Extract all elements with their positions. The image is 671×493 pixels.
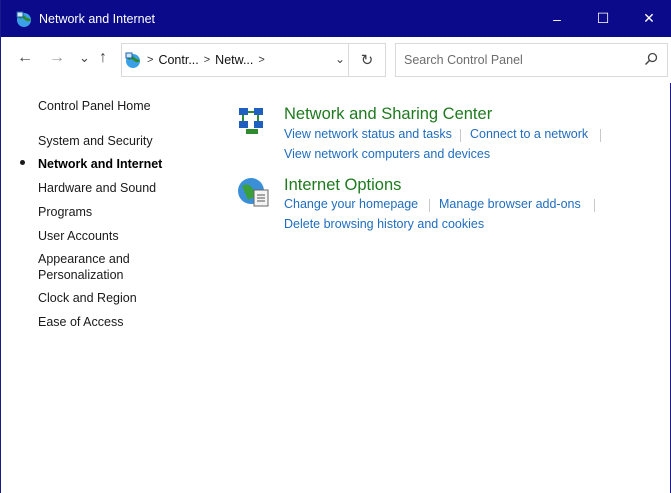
breadcrumb-chevron-icon[interactable]: >: [258, 54, 264, 66]
link-divider: [600, 129, 601, 142]
breadcrumb-chevron-icon[interactable]: >: [147, 54, 153, 66]
breadcrumb-chevron-icon[interactable]: >: [204, 54, 210, 66]
sidebar-item-user-accounts[interactable]: User Accounts: [38, 228, 119, 244]
sidebar-item-network-and-internet: Network and Internet: [38, 157, 163, 171]
manage-browser-addons-link[interactable]: Manage browser add-ons: [439, 197, 581, 211]
network-and-sharing-center-title[interactable]: Network and Sharing Center: [284, 105, 492, 124]
delete-browsing-history-link[interactable]: Delete browsing history and cookies: [284, 217, 484, 231]
control-panel-window: Network and Internet – ☐ ✕ ← → ⌄ ↑ > Con…: [0, 0, 671, 493]
breadcrumb-network[interactable]: Netw...: [215, 53, 253, 67]
network-globe-icon: [15, 10, 33, 28]
sidebar-item-ease-of-access[interactable]: Ease of Access: [38, 314, 123, 330]
back-arrow-icon[interactable]: ←: [17, 49, 33, 67]
sidebar-item-appearance-and-personalization[interactable]: Appearance and Personalization: [38, 251, 130, 283]
internet-options-icon[interactable]: [236, 176, 270, 210]
sidebar-item-label: Personalization: [38, 268, 124, 282]
network-sharing-icon[interactable]: [236, 105, 270, 139]
title-bar: Network and Internet – ☐ ✕: [1, 0, 671, 37]
up-arrow-icon[interactable]: ↑: [99, 49, 107, 67]
link-divider: [594, 199, 595, 212]
address-bar[interactable]: > Contr... > Netw... > ⌄ ↻: [121, 43, 386, 77]
link-divider: [429, 199, 430, 212]
close-button[interactable]: ✕: [626, 0, 671, 37]
view-network-status-link[interactable]: View network status and tasks: [284, 127, 452, 141]
search-input[interactable]: Search Control Panel: [395, 43, 668, 77]
recent-locations-chevron-icon[interactable]: ⌄: [79, 50, 90, 66]
window-controls: – ☐ ✕: [534, 0, 671, 37]
search-icon[interactable]: [644, 52, 658, 69]
sidebar-item-label: Appearance and: [38, 252, 130, 266]
link-divider: [460, 129, 461, 142]
sidebar-item-control-panel-home[interactable]: Control Panel Home: [38, 98, 151, 114]
minimize-button[interactable]: –: [534, 0, 580, 37]
sidebar-item-programs[interactable]: Programs: [38, 204, 92, 220]
sidebar-item-system-and-security[interactable]: System and Security: [38, 133, 153, 149]
location-icon: [124, 51, 142, 69]
internet-options-title[interactable]: Internet Options: [284, 176, 401, 195]
sidebar-item-clock-and-region[interactable]: Clock and Region: [38, 290, 137, 306]
forward-arrow-icon[interactable]: →: [49, 49, 65, 67]
address-dropdown-icon[interactable]: ⌄: [335, 52, 345, 66]
view-network-computers-link[interactable]: View network computers and devices: [284, 147, 490, 161]
active-bullet-icon: [20, 160, 25, 165]
sidebar-item-hardware-and-sound[interactable]: Hardware and Sound: [38, 180, 156, 196]
refresh-icon[interactable]: ↻: [348, 44, 385, 76]
breadcrumb-control-panel[interactable]: Contr...: [158, 53, 198, 67]
connect-to-network-link[interactable]: Connect to a network: [470, 127, 588, 141]
maximize-button[interactable]: ☐: [580, 0, 626, 37]
change-homepage-link[interactable]: Change your homepage: [284, 197, 418, 211]
navigation-bar: ← → ⌄ ↑ > Contr... > Netw... > ⌄ ↻ Searc…: [1, 37, 671, 83]
window-title: Network and Internet: [39, 11, 156, 26]
search-placeholder: Search Control Panel: [404, 53, 523, 67]
